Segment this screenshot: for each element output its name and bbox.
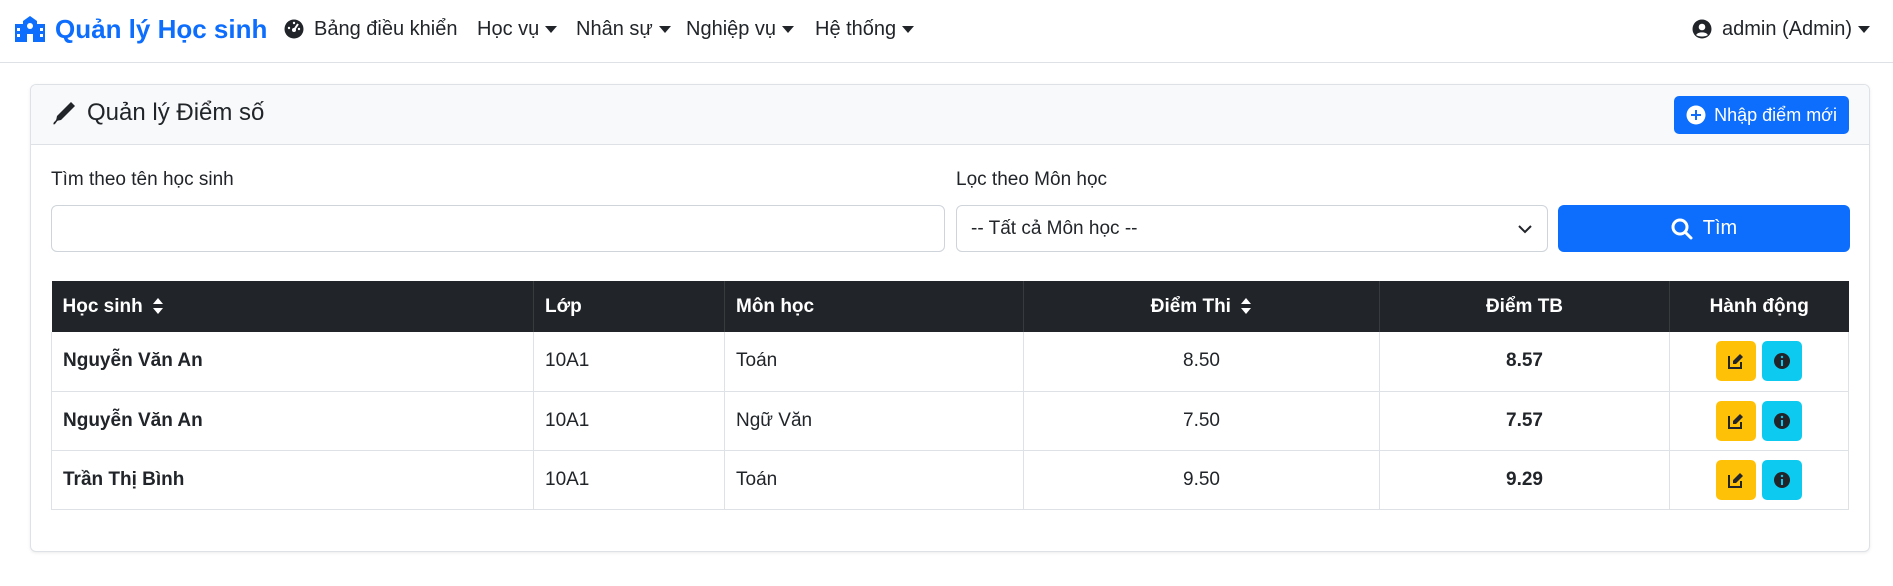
- nav-academic-label: Học vụ: [477, 17, 540, 40]
- caret-down-icon: [658, 25, 671, 33]
- top-navbar: Quản lý Học sinh Bảng điều khiển Học vụ …: [0, 0, 1893, 63]
- actions-cell: [1669, 450, 1849, 510]
- table-row: Trần Thị Bình 10A1 Toán 9.50 9.29: [51, 450, 1849, 510]
- search-icon: [1671, 218, 1693, 239]
- subject-filter-label: Lọc theo Môn học: [956, 169, 1108, 190]
- plus-circle-icon: [1686, 105, 1706, 125]
- class-cell: 10A1: [533, 450, 725, 510]
- brand-name: Quản lý Học sinh: [55, 13, 268, 44]
- student-name: Nguyễn Văn An: [51, 332, 534, 392]
- pen-icon: [53, 102, 75, 125]
- nav-personnel-label: Nhân sự: [576, 17, 653, 40]
- sort-icon: [1241, 298, 1252, 315]
- table-header-row: Học sinh Lớp Môn học Điểm Thi Điểm TB Hà…: [51, 281, 1849, 332]
- actions-cell: [1669, 391, 1849, 451]
- grades-table: Học sinh Lớp Môn học Điểm Thi Điểm TB Hà…: [51, 281, 1849, 510]
- col-class-header: Lớp: [533, 281, 725, 332]
- info-button[interactable]: [1762, 341, 1802, 382]
- sort-icon: [153, 298, 164, 315]
- col-actions-header: Hành động: [1669, 281, 1849, 332]
- user-name: admin (Admin): [1722, 17, 1853, 40]
- edit-icon: [1728, 354, 1743, 370]
- average-cell: 9.29: [1379, 450, 1670, 510]
- add-grade-button[interactable]: Nhập điểm mới: [1674, 96, 1849, 134]
- edit-button[interactable]: [1716, 341, 1756, 382]
- student-search-input[interactable]: [51, 205, 945, 252]
- col-subject-header: Môn học: [724, 281, 1024, 332]
- average-cell: 7.57: [1379, 391, 1670, 451]
- average-cell: 8.57: [1379, 332, 1670, 392]
- subject-cell: Toán: [724, 332, 1024, 392]
- edit-icon: [1728, 472, 1743, 488]
- table-row: Nguyễn Văn An 10A1 Ngữ Văn 7.50 7.57: [51, 391, 1849, 451]
- subject-cell: Ngữ Văn: [724, 391, 1024, 451]
- score-cell: 9.50: [1023, 450, 1380, 510]
- page-title-text: Quản lý Điểm số: [87, 99, 265, 126]
- subject-cell: Toán: [724, 450, 1024, 510]
- gauge-icon: [284, 19, 304, 39]
- caret-down-icon: [782, 25, 795, 33]
- score-cell: 8.50: [1023, 332, 1380, 392]
- nav-personnel-dropdown[interactable]: Nhân sự: [576, 14, 671, 44]
- info-button[interactable]: [1762, 400, 1802, 441]
- col-score-label: Điểm Thi: [1150, 295, 1231, 317]
- student-name: Trần Thị Bình: [51, 450, 534, 510]
- table-row: Nguyễn Văn An 10A1 Toán 8.50 8.57: [51, 332, 1849, 392]
- subject-filter-value: -- Tất cả Môn học --: [971, 217, 1138, 239]
- col-score-header[interactable]: Điểm Thi: [1023, 281, 1380, 332]
- subject-filter-select[interactable]: -- Tất cả Môn học --: [956, 205, 1548, 252]
- caret-down-icon: [902, 25, 915, 33]
- score-cell: 7.50: [1023, 391, 1380, 451]
- caret-down-icon: [1858, 25, 1871, 33]
- user-circle-icon: [1692, 19, 1712, 39]
- col-student-header[interactable]: Học sinh: [51, 281, 534, 332]
- page-title: Quản lý Điểm số: [51, 99, 264, 127]
- edit-button[interactable]: [1716, 400, 1756, 441]
- actions-cell: [1669, 332, 1849, 392]
- school-icon: [15, 16, 45, 42]
- edit-icon: [1728, 413, 1743, 429]
- chevron-down-icon: [1518, 225, 1532, 234]
- brand-link[interactable]: Quản lý Học sinh: [15, 12, 267, 46]
- student-name: Nguyễn Văn An: [51, 391, 534, 451]
- caret-down-icon: [545, 25, 558, 33]
- nav-system-label: Hệ thống: [815, 17, 897, 40]
- col-average-header: Điểm TB: [1379, 281, 1670, 332]
- card-header: Quản lý Điểm số Nhập điểm mới: [31, 85, 1869, 145]
- nav-dashboard-label: Bảng điều khiển: [314, 17, 458, 40]
- grades-card: Quản lý Điểm số Nhập điểm mới Tìm theo t…: [30, 84, 1870, 552]
- info-button[interactable]: [1762, 459, 1802, 500]
- nav-academic-dropdown[interactable]: Học vụ: [477, 14, 558, 44]
- search-button[interactable]: Tìm: [1558, 205, 1850, 252]
- search-label: Tìm theo tên học sinh: [51, 169, 234, 190]
- nav-operations-dropdown[interactable]: Nghiệp vụ: [686, 14, 795, 44]
- user-menu-dropdown[interactable]: admin (Admin): [1692, 14, 1871, 44]
- nav-operations-label: Nghiệp vụ: [686, 17, 777, 40]
- nav-system-dropdown[interactable]: Hệ thống: [815, 14, 915, 44]
- info-icon: [1774, 471, 1790, 488]
- search-button-label: Tìm: [1702, 217, 1738, 239]
- nav-dashboard[interactable]: Bảng điều khiển: [284, 14, 457, 44]
- class-cell: 10A1: [533, 391, 725, 451]
- add-grade-label: Nhập điểm mới: [1714, 104, 1837, 125]
- class-cell: 10A1: [533, 332, 725, 392]
- edit-button[interactable]: [1716, 459, 1756, 500]
- info-icon: [1774, 412, 1790, 429]
- col-student-label: Học sinh: [62, 295, 143, 317]
- info-icon: [1774, 353, 1790, 370]
